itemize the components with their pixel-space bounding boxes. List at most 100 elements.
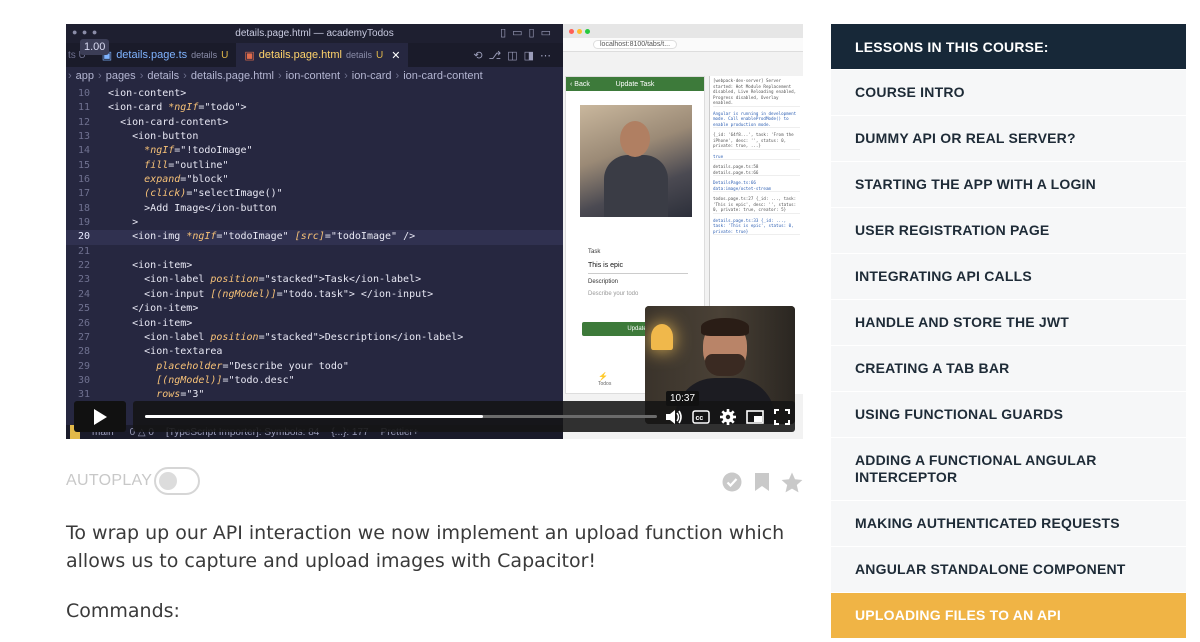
code-line: 28 <ion-textarea xyxy=(66,345,563,359)
code-line: 11 <ion-card *ngIf="todo"> xyxy=(66,101,563,115)
line-number: 29 xyxy=(77,360,90,372)
code-text: <ion-label position="stacked">Task</ion-… xyxy=(96,274,422,286)
zoom-badge: 1.00 xyxy=(80,39,110,55)
app-header: ‹ Back Update Task xyxy=(566,77,704,91)
lesson-actions xyxy=(721,471,803,493)
line-number: 11 xyxy=(77,102,90,114)
code-text: <ion-card *ngIf="todo"> xyxy=(96,102,247,114)
code-line: 14 *ngIf="!todoImage" xyxy=(66,144,563,158)
player-controls: 10:37 cc xyxy=(74,391,795,432)
code-text: [(ngModel)]="todo.desc" xyxy=(156,374,295,386)
sidebar-item-dummy-api[interactable]: DUMMY API OR REAL SERVER? xyxy=(831,115,1186,161)
breadcrumb-item: details xyxy=(147,70,180,82)
video-player[interactable]: ● ● ● details.page.html — academyTodos ▯… xyxy=(66,24,803,439)
autoplay-label: AUTOPLAY xyxy=(66,472,153,489)
editor-titlebar: ● ● ● details.page.html — academyTodos ▯… xyxy=(66,24,563,43)
line-number: 27 xyxy=(77,331,90,343)
code-text: *ngIf="!todoImage" xyxy=(144,145,253,157)
layout-icons: ▯▭▯▭ xyxy=(500,27,557,39)
console-line: true xyxy=(713,154,800,160)
fullscreen-icon[interactable] xyxy=(773,408,791,426)
console-line: details.page.ts:33 {_id: ..., task: 'Thi… xyxy=(713,218,800,235)
description-label: Description xyxy=(588,279,619,285)
star-icon[interactable] xyxy=(781,471,803,493)
sidebar-item-handle-jwt[interactable]: HANDLE AND STORE THE JWT xyxy=(831,299,1186,345)
sidebar-item-interceptor[interactable]: ADDING A FUNCTIONAL ANGULAR INTERCEPTOR xyxy=(831,437,1186,500)
code-text: <ion-input [(ngModel)]="todo.task"> </io… xyxy=(96,288,434,300)
sidebar-item-label: ADDING A FUNCTIONAL ANGULAR INTERCEPTOR xyxy=(855,452,1097,485)
toggle-knob xyxy=(159,472,178,490)
bookmark-icon[interactable] xyxy=(751,471,773,493)
progress-fill xyxy=(145,415,483,418)
line-number: 17 xyxy=(77,188,90,200)
console-line: Angular is running in development mode. … xyxy=(713,111,800,128)
line-number: 15 xyxy=(77,159,90,171)
editor-tab-html-mark: U xyxy=(375,49,384,61)
check-circle-icon[interactable] xyxy=(721,471,743,493)
code-editor-frame: ● ● ● details.page.html — academyTodos ▯… xyxy=(66,24,563,439)
editor-tab-ts: ▣ details.page.ts details U xyxy=(94,43,237,67)
console-line: details.page.ts:58 details.page.ts:66 xyxy=(713,164,800,176)
captions-icon[interactable]: cc xyxy=(692,408,710,426)
console-line: todos.page.ts:27 {_id: ..., task: 'This … xyxy=(713,196,800,214)
volume-icon[interactable] xyxy=(665,408,683,426)
code-text: <ion-button xyxy=(96,131,199,143)
code-text: <ion-content> xyxy=(96,88,187,99)
play-icon xyxy=(94,408,107,425)
settings-icon[interactable] xyxy=(719,408,737,426)
sidebar-item-label: COURSE INTRO xyxy=(855,84,965,100)
breadcrumb-sep: › xyxy=(98,70,102,82)
line-number: 30 xyxy=(77,374,90,386)
breadcrumb-item: details.page.html xyxy=(190,70,274,82)
line-number: 26 xyxy=(77,317,90,329)
sidebar-item-functional-guards[interactable]: USING FUNCTIONAL GUARDS xyxy=(831,391,1186,437)
code-text: > xyxy=(96,217,139,229)
line-number: 24 xyxy=(77,288,90,300)
play-button[interactable] xyxy=(74,401,126,432)
breadcrumb: › app › pages › details › details.page.h… xyxy=(66,67,563,85)
sidebar-item-authenticated-requests[interactable]: MAKING AUTHENTICATED REQUESTS xyxy=(831,500,1186,546)
code-line: 24 <ion-input [(ngModel)]="todo.task"> <… xyxy=(66,288,563,302)
sidebar-item-integrating-api[interactable]: INTEGRATING API CALLS xyxy=(831,253,1186,299)
pip-icon[interactable] xyxy=(746,408,764,426)
editor-tabs: 1.00 ts U ▣ details.page.ts details U ▣ … xyxy=(66,39,563,67)
code-line: 19 > xyxy=(66,216,563,230)
sidebar-item-starting-app[interactable]: STARTING THE APP WITH A LOGIN xyxy=(831,161,1186,207)
progress-track[interactable] xyxy=(145,415,657,418)
commands-heading: Commands: xyxy=(66,600,180,622)
line-number: 13 xyxy=(77,131,90,143)
code-line: 20 <ion-img *ngIf="todoImage" [src]="tod… xyxy=(66,230,563,245)
sidebar-item-course-intro[interactable]: COURSE INTRO xyxy=(831,69,1186,115)
code-text: <ion-item> xyxy=(96,260,193,272)
sidebar-item-tab-bar[interactable]: CREATING A TAB BAR xyxy=(831,345,1186,391)
code-line: 27 <ion-label position="stacked">Descrip… xyxy=(66,331,563,345)
code-text: >Add Image</ion-button xyxy=(96,202,277,214)
minimize-dot xyxy=(577,28,582,34)
code-line: 26 <ion-item> xyxy=(66,317,563,331)
sidebar-item-uploading-files[interactable]: UPLOADING FILES TO AN API xyxy=(831,592,1186,638)
tab-todos: ⚡ Todos xyxy=(598,372,612,387)
autoplay-toggle[interactable] xyxy=(154,467,201,495)
code-text: placeholder="Describe your todo" xyxy=(156,360,349,372)
sidebar-item-user-registration[interactable]: USER REGISTRATION PAGE xyxy=(831,207,1186,253)
lamp xyxy=(651,324,673,350)
code-line: 23 <ion-label position="stacked">Task</i… xyxy=(66,273,563,287)
lesson-description: To wrap up our API interaction we now im… xyxy=(66,522,785,572)
task-underline xyxy=(588,273,688,274)
editor-tab-html-name: details.page.html xyxy=(258,49,342,61)
editor-tab-ts-folder: details xyxy=(191,50,218,60)
close-dot xyxy=(569,28,574,34)
breadcrumb-sep: › xyxy=(183,70,187,82)
photo-person-head xyxy=(620,121,650,157)
app-header-title: Update Task xyxy=(615,80,655,88)
line-number: 12 xyxy=(77,116,90,128)
photo-person-body xyxy=(604,155,668,217)
line-number: 19 xyxy=(77,217,90,229)
line-number: 20 xyxy=(77,231,90,243)
uploaded-photo xyxy=(580,105,692,217)
code-lines: 10 <ion-content> 11 <ion-card *ngIf="todo… xyxy=(66,87,563,403)
sidebar-item-label: DUMMY API OR REAL SERVER? xyxy=(855,130,1076,146)
sidebar-item-standalone-component[interactable]: ANGULAR STANDALONE COMPONENT xyxy=(831,546,1186,592)
code-line: 15 fill="outline" xyxy=(66,159,563,173)
svg-text:cc: cc xyxy=(696,415,704,422)
